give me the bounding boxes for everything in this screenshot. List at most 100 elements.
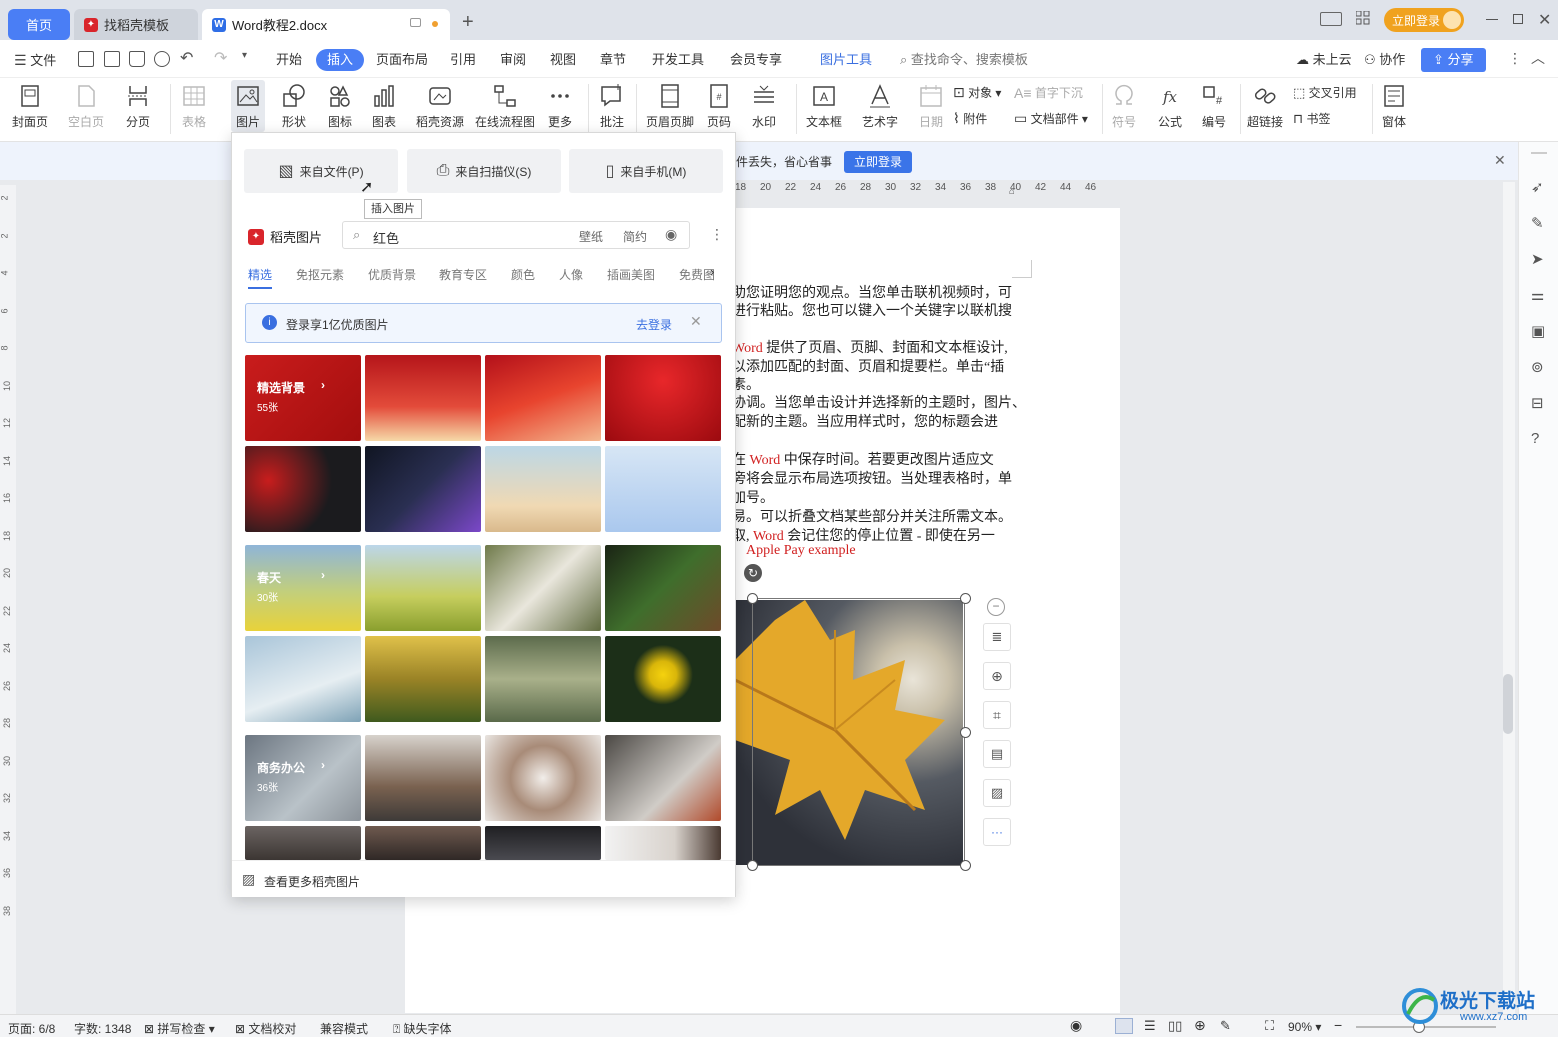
from-file-button[interactable]: ▧ 来自文件(P) <box>244 149 398 193</box>
fit-page-icon[interactable]: ⛶ <box>1265 1018 1274 1034</box>
reading-view-icon[interactable]: ▯▯ <box>1168 1018 1182 1034</box>
word-art-button[interactable]: 艺术字 <box>862 82 898 130</box>
undo-icon[interactable]: ↶ <box>180 48 193 68</box>
picture-thumbnail[interactable] <box>605 735 721 821</box>
page-view-icon[interactable] <box>1115 1018 1133 1034</box>
page-break-button[interactable]: 分页 <box>124 82 152 130</box>
resize-handle[interactable] <box>960 727 971 738</box>
picture-button[interactable]: 图片 <box>231 80 265 132</box>
spell-check-toggle[interactable]: ⊠ 拼写检查 ▾ <box>144 1020 215 1037</box>
share-button[interactable]: ⇪ 分享 <box>1421 48 1486 72</box>
picture-thumbnail[interactable]: 精选背景 › 55张 <box>245 355 361 441</box>
camera-icon[interactable]: ◉ <box>665 226 677 243</box>
grid-apps-icon[interactable] <box>1356 11 1370 25</box>
table-button[interactable]: 表格 <box>180 82 208 130</box>
picture-thumbnail[interactable] <box>605 355 721 441</box>
icon-button[interactable]: 图标 <box>326 82 354 130</box>
cross-reference-button[interactable]: ⬚ 交叉引用 <box>1293 84 1357 101</box>
notification-login-button[interactable]: 立即登录 <box>844 151 913 173</box>
picture-thumbnail[interactable] <box>485 545 601 631</box>
ruler-indent-marker-icon[interactable]: ⌂ <box>1009 186 1014 196</box>
print-preview-icon[interactable] <box>154 51 170 67</box>
pen-icon[interactable]: ✎ <box>1531 214 1544 232</box>
shape-button[interactable]: 形状 <box>280 82 308 130</box>
menu-references[interactable]: 引用 <box>450 50 476 70</box>
cursor-select-icon[interactable]: ➤ <box>1531 250 1544 268</box>
new-tab-plus-icon[interactable]: + <box>462 12 474 32</box>
missing-font-button[interactable]: ⍰ 缺失字体 <box>393 1020 452 1037</box>
close-window-icon[interactable]: ✕ <box>1538 10 1551 30</box>
picture-thumbnail[interactable] <box>605 636 721 722</box>
redo-icon[interactable]: ↷ <box>214 48 227 68</box>
maximize-icon[interactable] <box>1513 14 1523 24</box>
image-to-text-icon[interactable]: ▤ <box>983 740 1011 768</box>
login-link[interactable]: 去登录 <box>636 316 672 333</box>
cloud-status[interactable]: ☁ 未上云 <box>1296 50 1352 70</box>
picture-search-field[interactable]: ⌕ 红色 壁纸 简约 ◉ <box>342 221 690 249</box>
close-notification-icon[interactable]: ✕ <box>1494 152 1506 169</box>
resize-handle[interactable] <box>747 860 758 871</box>
attachment-button[interactable]: ⌇ 附件 <box>953 110 987 127</box>
location-icon[interactable]: ⊚ <box>1531 358 1544 376</box>
book-icon[interactable]: ⊟ <box>1531 394 1544 412</box>
category-tab[interactable]: 人像 <box>559 266 583 283</box>
more-button[interactable]: 更多 <box>546 82 574 130</box>
picture-thumbnail[interactable]: 商务办公 › 36张 <box>245 735 361 821</box>
from-scanner-button[interactable]: ⎙ 来自扫描仪(S) <box>407 149 561 193</box>
category-tab[interactable]: 插画美图 <box>607 266 655 283</box>
login-button[interactable]: 立即登录 <box>1384 8 1464 32</box>
vertical-scrollbar[interactable] <box>1503 182 1515 1014</box>
zoom-select[interactable]: 90% ▾ <box>1288 1020 1321 1034</box>
picture-thumbnail[interactable] <box>365 446 481 532</box>
crop-icon[interactable]: ⌗ <box>983 701 1011 729</box>
monitor-icon[interactable] <box>410 18 421 27</box>
image-tool-icon[interactable]: ▣ <box>1531 322 1545 340</box>
zoom-out-icon[interactable]: − <box>1334 1017 1342 1033</box>
date-button[interactable]: 日期 <box>917 82 945 130</box>
close-hint-icon[interactable]: ✕ <box>690 313 702 330</box>
blank-page-button[interactable]: 空白页 <box>68 82 104 130</box>
write-view-icon[interactable]: ✎ <box>1220 1018 1231 1034</box>
quick-access-dropdown-icon[interactable]: ▾ <box>242 50 247 61</box>
picture-thumbnail[interactable] <box>485 636 601 722</box>
collapse-ribbon-icon[interactable]: ︿ <box>1531 48 1545 68</box>
numbering-button[interactable]: # 编号 <box>1200 82 1228 130</box>
textbox-button[interactable]: A 文本框 <box>806 82 842 130</box>
menu-page-layout[interactable]: 页面布局 <box>376 50 428 70</box>
rotate-handle-icon[interactable]: ↻ <box>744 564 762 582</box>
menu-review[interactable]: 审阅 <box>500 50 526 70</box>
hyperlink-button[interactable]: 超链接 <box>1247 82 1283 130</box>
picture-thumbnail[interactable] <box>245 826 361 860</box>
menu-developer[interactable]: 开发工具 <box>652 50 704 70</box>
picture-thumbnail[interactable] <box>365 545 481 631</box>
symbol-button[interactable]: 符号 <box>1110 82 1138 130</box>
picture-thumbnail[interactable] <box>245 636 361 722</box>
online-flowchart-button[interactable]: 在线流程图 <box>475 82 535 130</box>
zoom-in-icon[interactable]: ⊕ <box>983 662 1011 690</box>
picture-thumbnail[interactable] <box>485 735 601 821</box>
resize-handle[interactable] <box>960 860 971 871</box>
more-options-icon[interactable]: ⋮ <box>1508 50 1522 67</box>
from-phone-button[interactable]: ▯ 来自手机(M) <box>569 149 723 193</box>
search-chip-wallpaper[interactable]: 壁纸 <box>579 228 603 245</box>
category-tab[interactable]: 优质背景 <box>368 266 416 283</box>
tab-home[interactable]: 首页 <box>8 9 70 40</box>
panel-more-icon[interactable]: ⋮ <box>710 226 724 243</box>
picture-thumbnail[interactable] <box>485 826 601 860</box>
picture-search-input[interactable]: 红色 <box>373 228 399 247</box>
page-indicator[interactable]: 页面: 6/8 <box>8 1020 55 1037</box>
doc-parts-button[interactable]: ▭ 文档部件 ▾ <box>1014 110 1088 127</box>
picture-thumbnail[interactable] <box>605 545 721 631</box>
collaborate-button[interactable]: ⚇ 协作 <box>1364 50 1405 70</box>
category-tab[interactable]: 教育专区 <box>439 266 487 283</box>
picture-thumbnail[interactable] <box>365 355 481 441</box>
tab-templates[interactable]: ✦ 找稻壳模板 <box>74 9 198 40</box>
rocket-icon[interactable]: ➶ <box>1531 178 1544 196</box>
drop-cap-button[interactable]: A≡ 首字下沉 <box>1014 84 1083 101</box>
watermark-button[interactable]: 水印 <box>750 82 778 130</box>
export-pdf-icon[interactable] <box>104 51 120 67</box>
menu-insert[interactable]: 插入 <box>316 49 365 71</box>
daoke-resources-button[interactable]: 稻壳资源 <box>416 82 464 130</box>
more-tools-icon[interactable]: ··· <box>983 818 1011 846</box>
print-icon[interactable] <box>129 51 145 67</box>
